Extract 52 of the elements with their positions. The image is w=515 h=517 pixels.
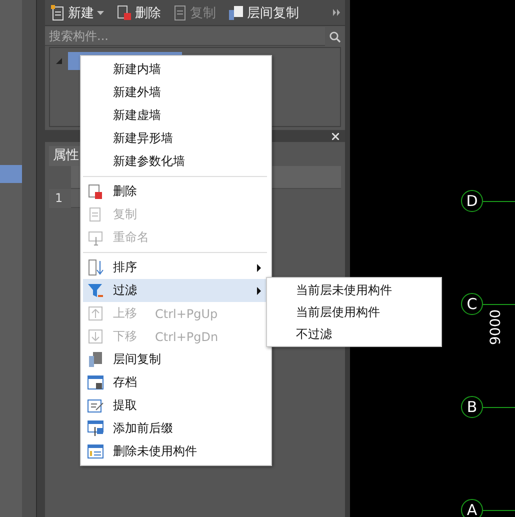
search-icon <box>329 30 341 42</box>
menu-item[interactable]: 新建异形墙 <box>83 127 269 150</box>
rename-icon <box>87 229 104 246</box>
axis-line <box>483 510 515 511</box>
menu-item[interactable]: 新建虚墙 <box>83 104 269 127</box>
expand-triangle-icon[interactable] <box>56 58 62 64</box>
row-number: 1 <box>49 189 71 208</box>
move-down-icon <box>87 328 104 345</box>
menu-item[interactable]: 排序 <box>83 256 269 279</box>
scrollbar-track[interactable] <box>22 0 36 517</box>
menu-item[interactable]: 过滤 <box>83 279 269 302</box>
menu-item[interactable]: 新建外墙 <box>83 81 269 104</box>
menu-item[interactable]: 当前层未使用构件 <box>267 279 441 301</box>
prefix-icon <box>87 420 104 437</box>
menu-item[interactable]: 添加前后缀 <box>83 417 269 440</box>
menu-item[interactable]: 删除未使用构件 <box>83 440 269 463</box>
axis-bubble: C <box>461 293 483 315</box>
axis-line <box>483 407 515 408</box>
dropdown-caret-icon <box>97 10 104 14</box>
archive-icon <box>87 374 104 391</box>
new-document-icon <box>51 4 65 20</box>
list-item-highlight[interactable] <box>0 165 22 183</box>
toolbar-button[interactable]: 删除 <box>114 4 163 22</box>
menu-item[interactable]: 新建内墙 <box>83 58 269 81</box>
axis-bubble: D <box>461 190 483 212</box>
axis-bubble: B <box>461 396 483 418</box>
menu-item[interactable]: 当前层使用构件 <box>267 301 441 323</box>
floor-copy-icon <box>87 351 104 368</box>
toolbar-button[interactable]: 层间复制 <box>226 4 301 22</box>
overflow-chevron-icon[interactable] <box>333 9 341 16</box>
delete-icon <box>116 4 132 20</box>
filter-icon <box>87 282 104 299</box>
list-icon <box>87 443 104 460</box>
menu-item[interactable]: 新建参数化墙 <box>83 150 269 173</box>
menu-item[interactable]: 层间复制 <box>83 348 269 371</box>
extract-icon <box>87 397 104 414</box>
toolbar-button[interactable]: 新建 <box>49 4 106 22</box>
floor-copy-icon <box>228 4 244 20</box>
search-field[interactable]: 搜索构件... <box>45 27 325 46</box>
axis-line <box>483 304 515 305</box>
copy-icon <box>173 4 187 20</box>
dimension-label: 9000 <box>488 309 504 345</box>
axis-bubble: A <box>461 499 483 517</box>
close-icon[interactable] <box>332 132 339 140</box>
menu-item[interactable]: 不过滤 <box>267 323 441 345</box>
menu-item[interactable]: 存档 <box>83 371 269 394</box>
move-up-icon <box>87 305 104 322</box>
delete-icon <box>87 183 104 200</box>
menu-item[interactable]: 删除 <box>83 180 269 203</box>
sort-icon <box>87 259 104 276</box>
axis-line <box>483 201 515 202</box>
menu-item[interactable]: 提取 <box>83 394 269 417</box>
